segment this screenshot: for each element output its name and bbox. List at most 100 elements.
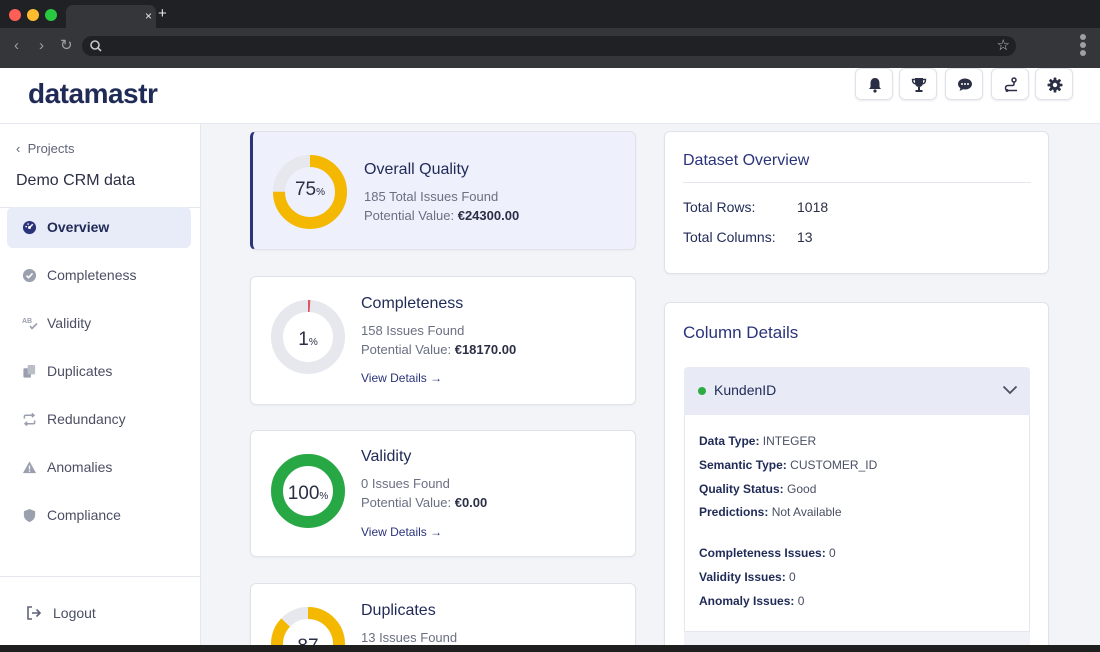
anomaly-issues-row: Anomaly Issues: 0 (699, 594, 805, 608)
sidebar: ‹ Projects Demo CRM data Overview Comple… (0, 124, 201, 645)
sidebar-item-label: Duplicates (47, 363, 113, 379)
copy-icon (23, 364, 36, 378)
sidebar-item-compliance[interactable]: Compliance (7, 495, 191, 536)
data-type-row: Data Type: INTEGER (699, 434, 817, 448)
sidebar-item-label: Validity (47, 315, 92, 331)
browser-toolbar: ‹ › ↻ ☆ (0, 28, 1100, 68)
tab-bar: × + (0, 0, 1100, 28)
next-column-accordion[interactable] (684, 631, 1030, 645)
view-details-link[interactable]: View Details → (361, 525, 442, 539)
total-rows-value: 1018 (797, 199, 829, 215)
logout-icon (27, 606, 42, 620)
chevron-down-icon[interactable] (1002, 385, 1018, 395)
chevron-left-icon: ‹ (16, 141, 28, 156)
app: datamastr ‹ Projects Demo CRM data Overv… (0, 68, 1100, 645)
reload-icon[interactable]: ↻ (60, 37, 73, 55)
card-title: Validity (361, 448, 412, 465)
settings-button[interactable] (1035, 68, 1073, 100)
duplicates-card: 87 Duplicates 13 Issues Found (250, 583, 636, 645)
quality-status-row: Quality Status: Good (699, 482, 817, 496)
sidebar-item-redundancy[interactable]: Redundancy (7, 399, 191, 440)
bookmark-star-icon[interactable]: ☆ (997, 36, 1010, 56)
trophy-icon (911, 78, 927, 92)
bell-icon (869, 78, 881, 93)
sidebar-item-anomalies[interactable]: Anomalies (7, 447, 191, 488)
total-rows-label: Total Rows: (683, 199, 756, 215)
check-circle-icon (22, 268, 37, 283)
card-title: Duplicates (361, 602, 436, 619)
warning-icon (22, 461, 37, 474)
browser-tab[interactable]: × (66, 5, 156, 28)
achievements-button[interactable] (899, 68, 937, 100)
chat-icon (958, 78, 972, 91)
project-name: Demo CRM data (16, 172, 136, 189)
card-title: Completeness (361, 295, 464, 312)
app-header: datamastr (0, 68, 1100, 124)
browser-chrome: × + ‹ › ↻ ☆ (0, 0, 1100, 68)
overview-icon (22, 220, 37, 235)
new-tab-icon[interactable]: + (158, 5, 167, 23)
total-columns-label: Total Columns: (683, 229, 776, 245)
overall-quality-card: 75% Overall Quality 185 Total Issues Fou… (250, 131, 636, 250)
potential-value: Potential Value: €0.00 (361, 495, 488, 510)
sidebar-divider (0, 576, 200, 577)
window-maximize-button[interactable] (45, 9, 57, 21)
duplicates-score: 87 (270, 636, 346, 645)
panel-divider (683, 182, 1031, 183)
issues-count: 185 Total Issues Found (364, 189, 499, 204)
potential-value: Potential Value: €18170.00 (361, 342, 517, 357)
issues-count: 13 Issues Found (361, 630, 458, 645)
issues-count: 0 Issues Found (361, 476, 450, 491)
chat-button[interactable] (945, 68, 983, 100)
completeness-card: 1% Completeness 158 Issues Found Potenti… (250, 276, 636, 405)
repeat-icon (23, 412, 36, 427)
column-details-panel: Column Details KundenID Data Type: INTEG… (664, 302, 1049, 645)
sidebar-item-duplicates[interactable]: Duplicates (7, 351, 191, 392)
view-details-link[interactable]: View Details → (361, 371, 442, 385)
bottom-edge (0, 645, 1100, 652)
gear-icon (1047, 77, 1063, 93)
semantic-type-row: Semantic Type: CUSTOMER_ID (699, 458, 878, 472)
predictions-row: Predictions: Not Available (699, 505, 842, 519)
issues-count: 158 Issues Found (361, 323, 465, 338)
window-close-button[interactable] (9, 9, 21, 21)
window-minimize-button[interactable] (27, 9, 39, 21)
svg-text:AB: AB (22, 318, 32, 325)
address-bar[interactable]: ☆ (82, 36, 1016, 56)
overall-quality-score: 75% (294, 179, 326, 200)
logo: datamastr (28, 78, 158, 109)
column-accordion-header[interactable]: KundenID (684, 367, 1030, 415)
sidebar-item-label: Anomalies (47, 459, 113, 475)
validity-issues-row: Validity Issues: 0 (699, 570, 796, 584)
sidebar-item-completeness[interactable]: Completeness (7, 255, 191, 296)
status-dot (698, 387, 706, 395)
dataset-overview-panel: Dataset Overview Total Rows: 1018 Total … (664, 131, 1049, 274)
logout-label: Logout (53, 605, 96, 621)
card-title: Overall Quality (364, 161, 469, 178)
browser-menu-icon[interactable] (1078, 32, 1088, 62)
search-icon (90, 40, 102, 52)
back-arrow-icon[interactable]: ‹ (14, 37, 19, 55)
spellcheck-icon: AB (22, 318, 38, 330)
notifications-button[interactable] (855, 68, 893, 100)
panel-title: Dataset Overview (683, 152, 810, 169)
potential-value: Potential Value: €24300.00 (364, 208, 520, 223)
panel-title: Column Details (683, 323, 799, 342)
route-icon (1004, 77, 1017, 92)
validity-card: 100% Validity 0 Issues Found Potential V… (250, 430, 636, 557)
projects-back-link[interactable]: ‹ Projects (16, 141, 75, 156)
completeness-issues-row: Completeness Issues: 0 (699, 546, 836, 560)
tab-close-icon[interactable]: × (145, 7, 152, 25)
sidebar-item-label: Redundancy (47, 411, 126, 427)
total-columns-value: 13 (797, 229, 813, 245)
sidebar-item-label: Overview (47, 219, 110, 235)
workflow-button[interactable] (991, 68, 1029, 100)
sidebar-item-overview[interactable]: Overview (7, 207, 191, 248)
sidebar-item-validity[interactable]: AB Validity (7, 303, 191, 344)
logout-button[interactable]: Logout (26, 602, 146, 626)
validity-score: 100% (287, 483, 329, 504)
sidebar-item-label: Completeness (47, 267, 137, 283)
column-accordion-body: Data Type: INTEGER Semantic Type: CUSTOM… (684, 415, 1030, 632)
column-name: KundenID (714, 382, 777, 398)
forward-arrow-icon[interactable]: › (39, 37, 44, 55)
